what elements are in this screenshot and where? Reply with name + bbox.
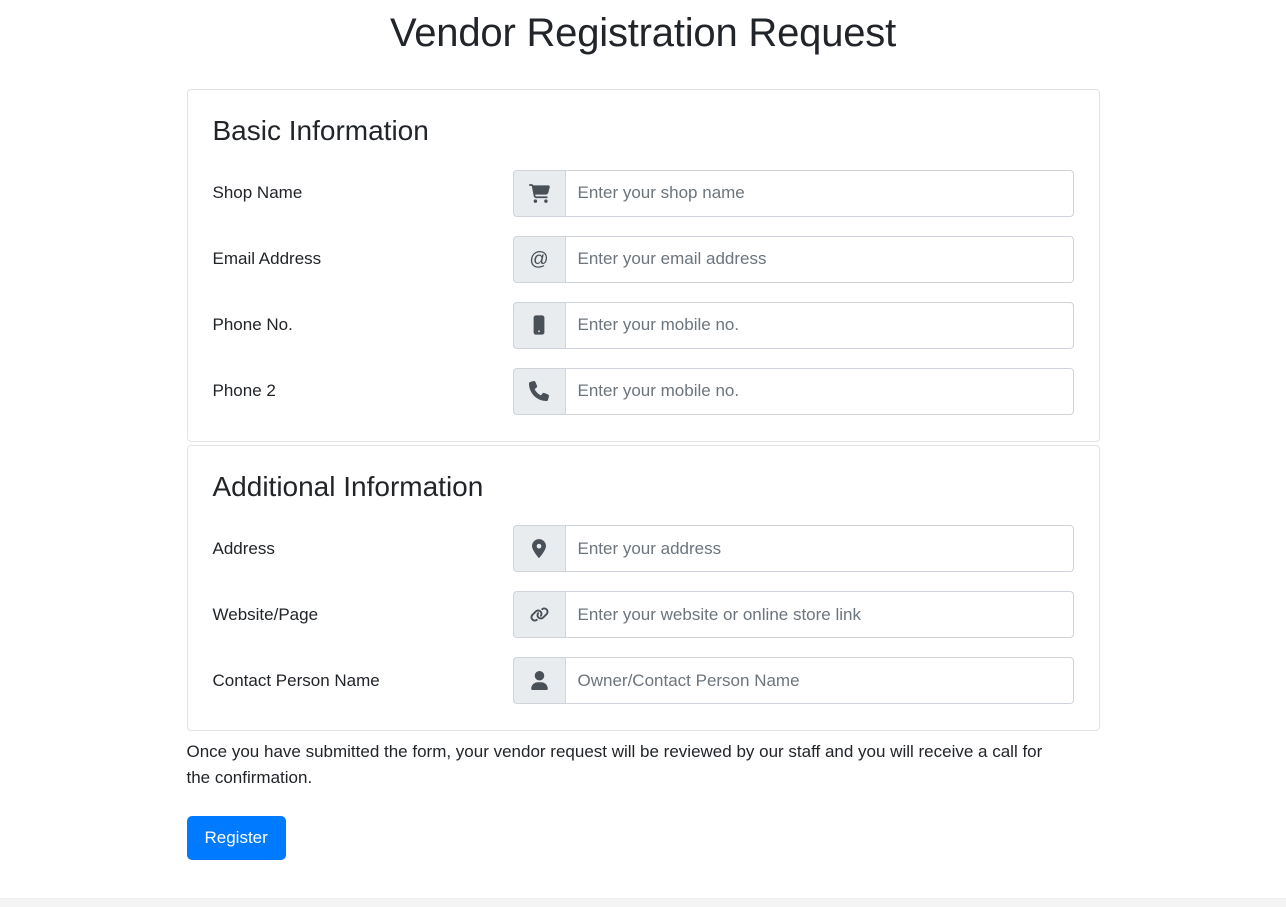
- submission-note: Once you have submitted the form, your v…: [186, 742, 1043, 787]
- contact-person-name-input[interactable]: [564, 657, 1074, 705]
- input-group-phone-2: [512, 367, 1074, 415]
- map-pin-icon: [512, 525, 565, 573]
- shopping-cart-icon: [512, 169, 565, 217]
- input-group-address: [512, 525, 1074, 573]
- input-group-phone-no: [512, 301, 1074, 349]
- website-page-input[interactable]: [564, 591, 1074, 639]
- form-row-shop-name: Shop Name: [212, 169, 1074, 217]
- label-address: Address: [212, 538, 275, 558]
- link-chain-icon: [512, 591, 565, 639]
- form-row-phone-2: Phone 2: [212, 367, 1074, 415]
- additional-information-card: Additional Information Address Website/P…: [186, 444, 1100, 732]
- form-row-email-address: Email Address @: [212, 235, 1074, 283]
- telephone-handset-icon: [512, 367, 565, 415]
- form-row-contact-person-name: Contact Person Name: [212, 657, 1074, 705]
- form-row-address: Address: [212, 525, 1074, 573]
- section-heading-additional: Additional Information: [212, 470, 484, 502]
- phone-2-input[interactable]: [564, 367, 1074, 415]
- at-sign-icon: @: [512, 235, 565, 283]
- phone-no-input[interactable]: [564, 301, 1074, 349]
- address-input[interactable]: [564, 525, 1074, 573]
- form-row-website-page: Website/Page: [212, 591, 1074, 639]
- form-row-phone-no: Phone No.: [212, 301, 1074, 349]
- label-contact-person-name: Contact Person Name: [212, 670, 380, 690]
- bottom-strip: [0, 898, 1286, 907]
- label-email-address: Email Address: [212, 249, 322, 269]
- label-phone-no: Phone No.: [212, 315, 293, 335]
- shop-name-input[interactable]: [564, 169, 1074, 217]
- email-address-input[interactable]: [564, 235, 1074, 283]
- label-website-page: Website/Page: [212, 604, 319, 624]
- input-group-email-address: @: [512, 235, 1074, 283]
- input-group-shop-name: [512, 169, 1074, 217]
- register-button[interactable]: Register: [186, 816, 286, 861]
- label-shop-name: Shop Name: [212, 183, 303, 203]
- page-title: Vendor Registration Request: [389, 11, 897, 55]
- section-heading-basic: Basic Information: [212, 115, 429, 146]
- vendor-registration-page: Vendor Registration Request Basic Inform…: [0, 0, 1286, 907]
- input-group-website-page: [512, 591, 1074, 639]
- user-person-icon: [512, 657, 565, 705]
- registration-form: Basic Information Shop Name Email Addres…: [186, 89, 1100, 861]
- input-group-contact-person-name: [512, 657, 1074, 705]
- label-phone-2: Phone 2: [212, 381, 276, 401]
- basic-information-card: Basic Information Shop Name Email Addres…: [186, 89, 1100, 442]
- mobile-phone-icon: [512, 301, 565, 349]
